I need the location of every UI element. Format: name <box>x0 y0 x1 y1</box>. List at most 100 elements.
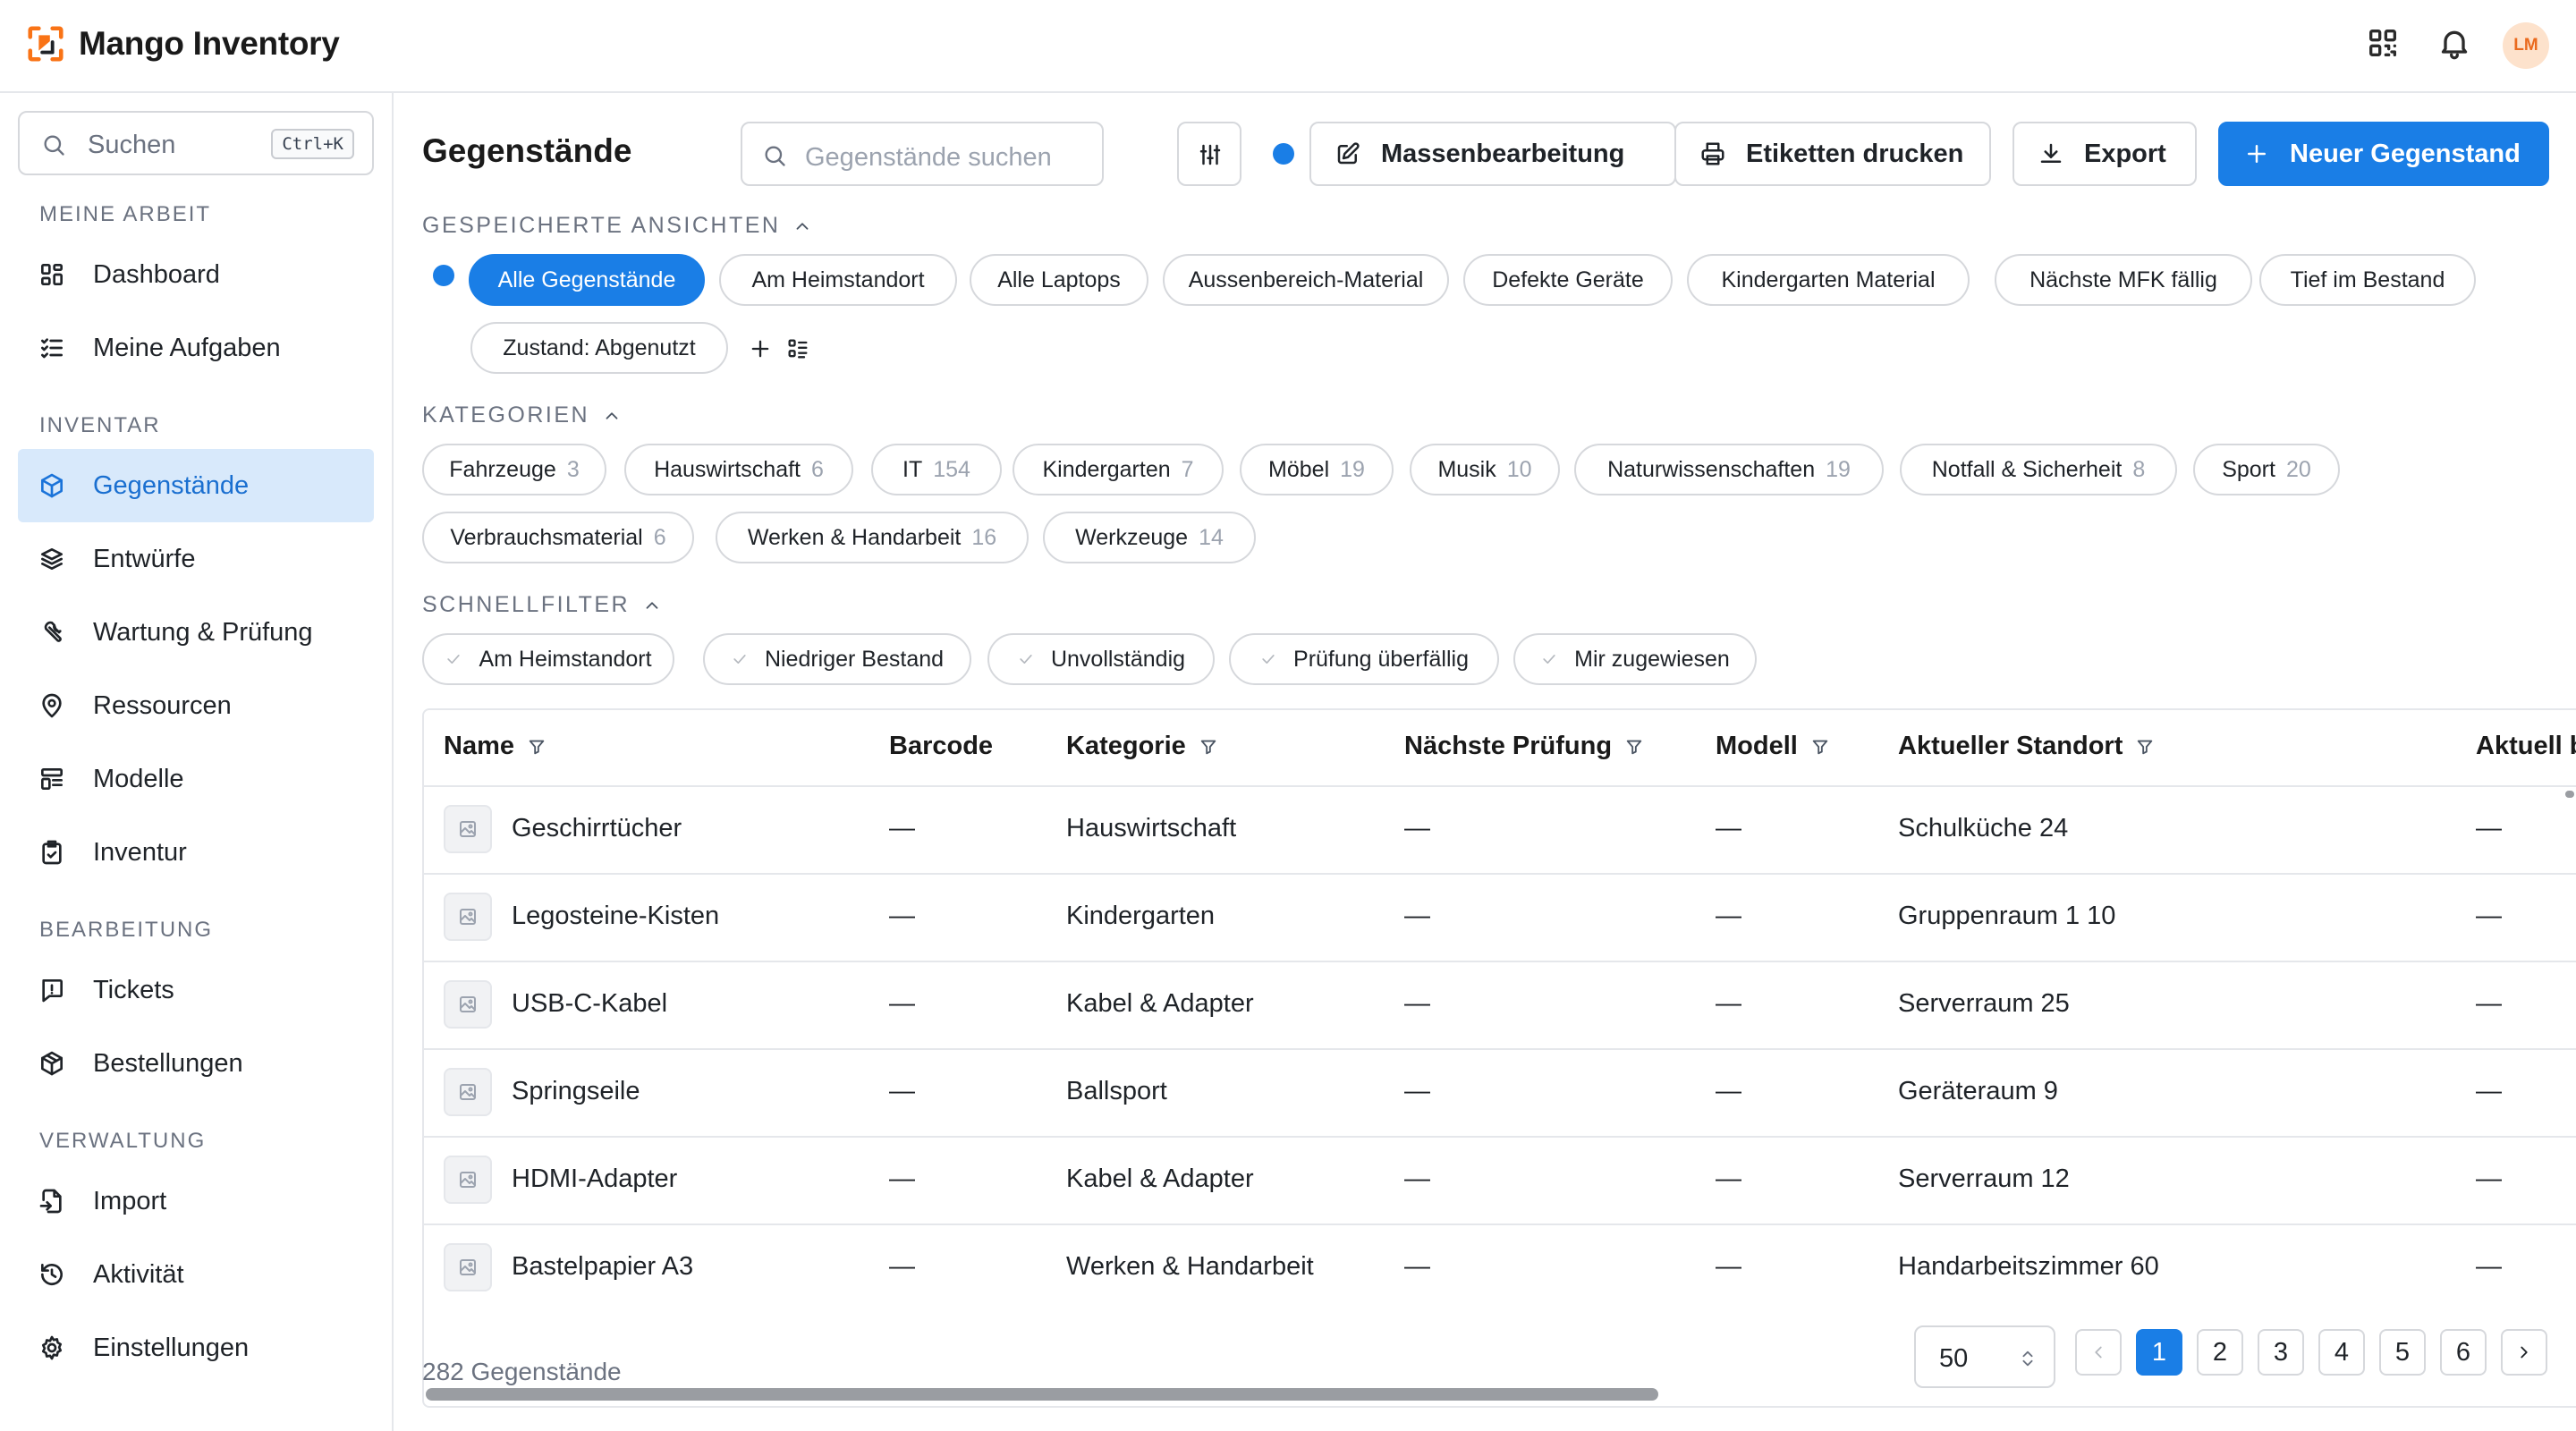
sidebar-item-settings[interactable]: Einstellungen <box>18 1311 374 1384</box>
column-header-model[interactable]: Modell <box>1716 732 1830 761</box>
page-button-5[interactable]: 5 <box>2379 1329 2426 1376</box>
page-button-6[interactable]: 6 <box>2440 1329 2487 1376</box>
chevron-right-icon <box>2521 1346 2528 1359</box>
print-labels-label: Etiketten drucken <box>1746 139 1964 168</box>
cell-current: — <box>2476 1164 2502 1193</box>
column-header-name[interactable]: Name <box>444 732 547 761</box>
item-thumbnail <box>444 1243 492 1291</box>
saved-view-chip[interactable]: Aussenbereich-Material <box>1163 254 1449 306</box>
page-button-4[interactable]: 4 <box>2318 1329 2365 1376</box>
quick-filter-chip[interactable]: Mir zugewiesen <box>1513 633 1757 685</box>
sidebar-item-orders[interactable]: Bestellungen <box>18 1027 374 1100</box>
category-chip[interactable]: Möbel 19 <box>1240 444 1394 495</box>
add-view-icon[interactable] <box>748 336 773 361</box>
check-icon <box>1543 655 1555 664</box>
print-labels-button[interactable]: Etiketten drucken <box>1674 122 1991 186</box>
category-chip[interactable]: Werken & Handarbeit 16 <box>716 512 1029 563</box>
sidebar-item-activity[interactable]: Aktivität <box>18 1238 374 1311</box>
category-chip[interactable]: Fahrzeuge 3 <box>422 444 606 495</box>
page-size-select[interactable]: 50 <box>1914 1325 2055 1388</box>
filter-icon[interactable] <box>1199 737 1218 757</box>
sidebar-item-label: Gegenstände <box>93 470 250 500</box>
sidebar-item-import[interactable]: Import <box>18 1164 374 1238</box>
table-row[interactable]: Bastelpapier A3 — Werken & Handarbeit — … <box>424 1225 2576 1313</box>
manage-views-icon[interactable] <box>785 336 810 361</box>
saved-view-chip[interactable]: Alle Laptops <box>970 254 1148 306</box>
saved-view-chip[interactable]: Tief im Bestand <box>2259 254 2476 306</box>
saved-view-chip[interactable]: Kindergarten Material <box>1687 254 1970 306</box>
table-row[interactable]: HDMI-Adapter — Kabel & Adapter — — Serve… <box>424 1138 2576 1225</box>
column-header-current[interactable]: Aktuell b <box>2476 732 2576 761</box>
column-header-category[interactable]: Kategorie <box>1066 732 1218 761</box>
page-button-1[interactable]: 1 <box>2136 1329 2182 1376</box>
qr-code-icon[interactable] <box>2365 25 2401 61</box>
vertical-scrollbar[interactable] <box>2565 791 2574 798</box>
quick-filter-chip[interactable]: Unvollständig <box>987 633 1215 685</box>
sidebar-item-drafts[interactable]: Entwürfe <box>18 522 374 596</box>
avatar[interactable]: LM <box>2503 22 2549 69</box>
categories-toggle[interactable]: KATEGORIEN <box>422 402 622 428</box>
sidebar-item-stocktaking[interactable]: Inventur <box>18 816 374 889</box>
image-placeholder-icon <box>460 1259 476 1275</box>
saved-view-chip[interactable]: Am Heimstandort <box>719 254 957 306</box>
cell-location: Handarbeitszimmer 60 <box>1898 1252 2159 1281</box>
quick-filter-chip[interactable]: Niedriger Bestand <box>703 633 971 685</box>
category-chip[interactable]: Hauswirtschaft 6 <box>624 444 853 495</box>
edit-icon <box>1337 142 1360 165</box>
category-chip[interactable]: Sport 20 <box>2193 444 2340 495</box>
column-header-location[interactable]: Aktueller Standort <box>1898 732 2155 761</box>
category-chip[interactable]: Musik 10 <box>1410 444 1560 495</box>
table-row[interactable]: Geschirrtücher — Hauswirtschaft — — Schu… <box>424 787 2576 875</box>
next-page-button[interactable] <box>2501 1329 2547 1376</box>
item-search-input[interactable]: Gegenstände suchen <box>741 122 1104 186</box>
saved-views-toggle[interactable]: GESPEICHERTE ANSICHTEN <box>422 213 812 239</box>
quick-filters-toggle[interactable]: SCHNELLFILTER <box>422 592 662 618</box>
filter-icon[interactable] <box>527 737 547 757</box>
table-row[interactable]: USB-C-Kabel — Kabel & Adapter — — Server… <box>424 962 2576 1050</box>
column-header-barcode[interactable]: Barcode <box>889 732 993 761</box>
prev-page-button[interactable] <box>2075 1329 2122 1376</box>
saved-view-chip[interactable]: Defekte Geräte <box>1463 254 1673 306</box>
category-chip[interactable]: Werkzeuge 14 <box>1043 512 1256 563</box>
item-search-placeholder: Gegenstände suchen <box>805 143 1052 172</box>
category-chip[interactable]: IT 154 <box>871 444 1002 495</box>
category-chip[interactable]: Kindergarten 7 <box>1013 444 1224 495</box>
export-button[interactable]: Export <box>2012 122 2197 186</box>
table-row[interactable]: Springseile — Ballsport — — Geräteraum 9… <box>424 1050 2576 1138</box>
cell-barcode: — <box>889 1252 915 1281</box>
sidebar-item-dashboard[interactable]: Dashboard <box>18 238 374 311</box>
filter-icon[interactable] <box>1810 737 1830 757</box>
category-chip[interactable]: Naturwissenschaften 19 <box>1574 444 1884 495</box>
sidebar-item-tickets[interactable]: Tickets <box>18 953 374 1027</box>
chevron-left-icon <box>2095 1346 2102 1359</box>
horizontal-scrollbar[interactable] <box>426 1388 1658 1401</box>
new-item-button[interactable]: Neuer Gegenstand <box>2218 122 2549 186</box>
filter-icon[interactable] <box>1624 737 1644 757</box>
sidebar-item-resources[interactable]: Ressourcen <box>18 669 374 742</box>
category-chip[interactable]: Notfall & Sicherheit 8 <box>1900 444 2177 495</box>
quick-filter-chip[interactable]: Prüfung überfällig <box>1229 633 1499 685</box>
saved-view-chip[interactable]: Nächste MFK fällig <box>1995 254 2252 306</box>
saved-views-label: GESPEICHERTE ANSICHTEN <box>422 213 781 238</box>
column-header-next-check[interactable]: Nächste Prüfung <box>1404 732 1644 761</box>
sidebar-item-items[interactable]: Gegenstände <box>18 449 374 522</box>
sidebar-item-models[interactable]: Modelle <box>18 742 374 816</box>
bulk-edit-button[interactable]: Massenbearbeitung <box>1309 122 1676 186</box>
bell-icon[interactable] <box>2436 25 2472 61</box>
page-button-3[interactable]: 3 <box>2258 1329 2304 1376</box>
saved-view-chip[interactable]: Alle Gegenstände <box>469 254 705 306</box>
filter-icon[interactable] <box>2135 737 2155 757</box>
page-button-2[interactable]: 2 <box>2197 1329 2243 1376</box>
sidebar-search[interactable]: Suchen Ctrl+K <box>18 111 374 175</box>
cell-location: Serverraum 12 <box>1898 1164 2070 1193</box>
filter-settings-button[interactable] <box>1177 122 1241 186</box>
quick-filter-chip[interactable]: Am Heimstandort <box>422 633 674 685</box>
dashboard-icon <box>40 264 63 285</box>
saved-view-chip[interactable]: Zustand: Abgenutzt <box>470 322 728 374</box>
cell-model: — <box>1716 814 1741 843</box>
category-chip[interactable]: Verbrauchsmaterial 6 <box>422 512 694 563</box>
table-row[interactable]: Legosteine-Kisten — Kindergarten — — Gru… <box>424 875 2576 962</box>
sidebar-item-my-tasks[interactable]: Meine Aufgaben <box>18 311 374 385</box>
sliders-icon <box>1199 144 1221 165</box>
sidebar-item-maintenance[interactable]: Wartung & Prüfung <box>18 596 374 669</box>
